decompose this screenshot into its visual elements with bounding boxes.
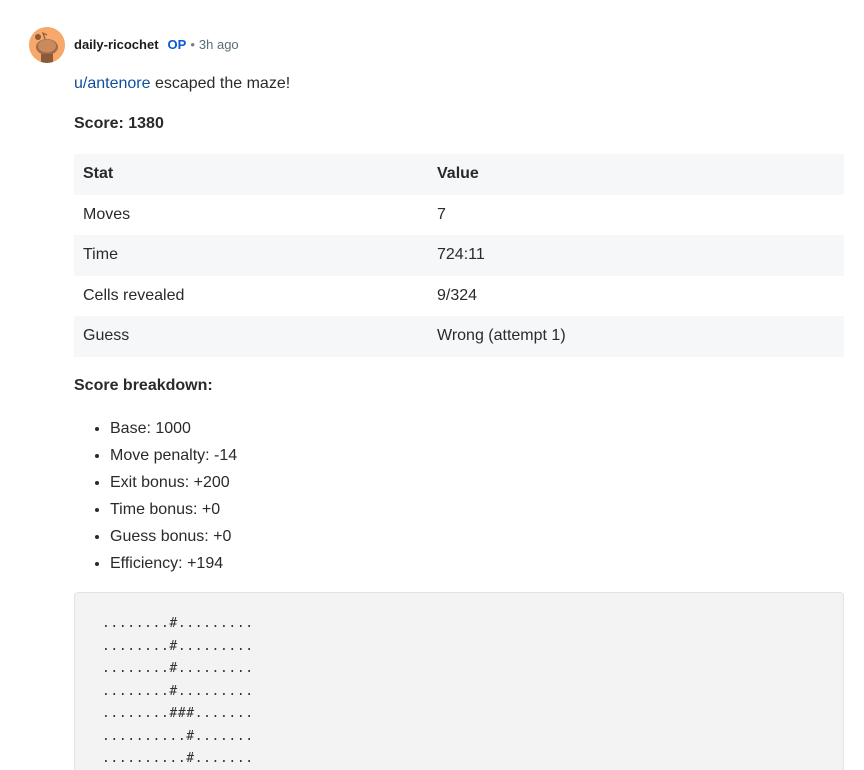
maze-line: ........#......... xyxy=(102,683,254,699)
stat-cell: Guess xyxy=(74,316,428,357)
table-row: Guess Wrong (attempt 1) xyxy=(74,316,844,357)
maze-line: ........#......... xyxy=(102,616,254,631)
breakdown-title: Score breakdown: xyxy=(74,376,213,394)
maze-line: ........#......... xyxy=(102,661,254,676)
value-cell: 724:11 xyxy=(428,235,844,276)
maze-line: ..........#....... xyxy=(102,751,254,766)
value-cell: 9/324 xyxy=(428,275,844,316)
author-username[interactable]: daily-ricochet xyxy=(74,37,159,52)
maze-line: ........#......... xyxy=(102,638,254,654)
user-mention-link[interactable]: u/antenore xyxy=(74,75,151,92)
table-header-row: Stat Value xyxy=(74,154,844,195)
stat-cell: Time xyxy=(74,235,428,276)
list-item: Guess bonus: +0 xyxy=(110,523,844,550)
list-item: Efficiency: +194 xyxy=(110,550,844,577)
table-row: Moves 7 xyxy=(74,194,844,235)
intro-line: u/antenore escaped the maze! xyxy=(74,72,844,96)
intro-text: escaped the maze! xyxy=(150,75,291,92)
list-item: Move penalty: -14 xyxy=(110,442,844,469)
table-row: Cells revealed 9/324 xyxy=(74,275,844,316)
snoo-avatar-icon xyxy=(29,27,65,63)
header-value: Value xyxy=(428,154,844,195)
stat-cell: Cells revealed xyxy=(74,275,428,316)
comment: daily-ricochet OP • 3h ago u/antenore es… xyxy=(0,0,864,770)
score-line: Score: 1380 xyxy=(74,115,164,132)
separator-dot: • xyxy=(190,36,195,52)
maze-code-block: ........#......... ........#.............… xyxy=(74,592,844,770)
comment-header: daily-ricochet OP • 3h ago xyxy=(74,35,239,53)
stat-cell: Moves xyxy=(74,194,428,235)
maze-grid: ........#......... ........#.............… xyxy=(75,593,843,770)
value-cell: 7 xyxy=(428,194,844,235)
header-stat: Stat xyxy=(74,154,428,195)
maze-line: ........###....... xyxy=(102,706,254,721)
stats-table: Stat Value Moves 7 Time 724:11 Cells rev… xyxy=(74,154,844,357)
value-cell: Wrong (attempt 1) xyxy=(428,316,844,357)
list-item: Time bonus: +0 xyxy=(110,496,844,523)
op-badge: OP xyxy=(167,36,187,52)
breakdown-list: Base: 1000 Move penalty: -14 Exit bonus:… xyxy=(74,415,844,577)
maze-line: ..........#....... xyxy=(102,728,254,744)
list-item: Base: 1000 xyxy=(110,415,844,442)
timestamp[interactable]: 3h ago xyxy=(199,37,239,52)
list-item: Exit bonus: +200 xyxy=(110,469,844,496)
avatar[interactable] xyxy=(29,27,65,63)
table-row: Time 724:11 xyxy=(74,235,844,276)
comment-body: u/antenore escaped the maze! Score: 1380… xyxy=(74,72,844,577)
